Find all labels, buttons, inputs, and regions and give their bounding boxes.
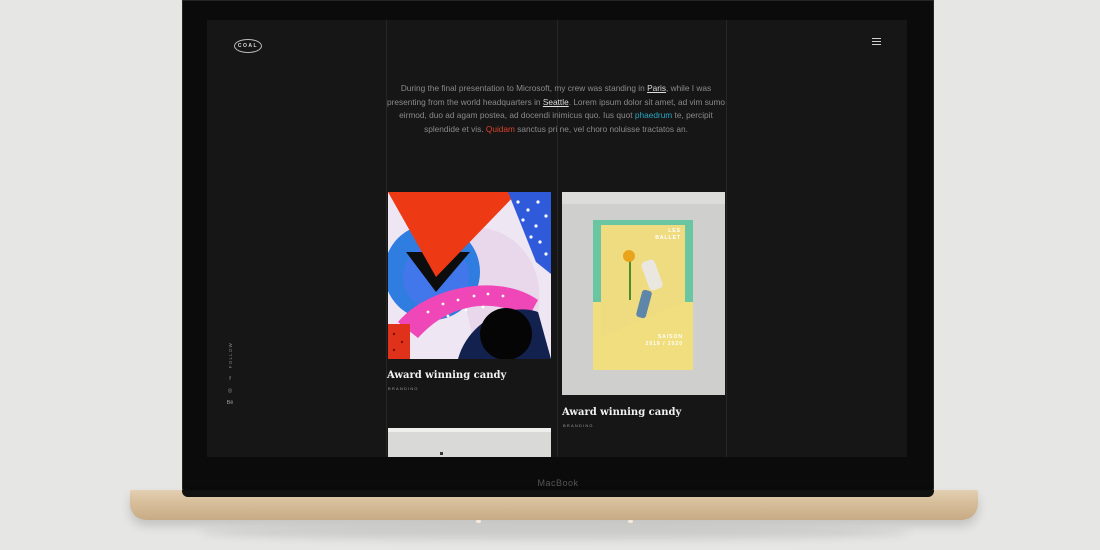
laptop-shadow [200, 526, 910, 540]
portfolio-image-1[interactable] [388, 192, 551, 359]
device-label: MacBook [537, 478, 579, 488]
poster-line-1: LES [668, 228, 681, 234]
screen: COAL During the final presentation to Mi… [207, 20, 907, 457]
link-paris[interactable]: Paris [647, 83, 666, 93]
geometric-artwork [388, 192, 551, 359]
poster-line-3: SAISON [657, 334, 683, 340]
portfolio-category-1: BRANDING [388, 386, 419, 391]
follow-bar: FOLLOW f ◎ Bē [224, 342, 236, 412]
link-phaedrum[interactable]: phaedrum [635, 110, 672, 120]
facebook-icon[interactable]: f [229, 376, 231, 382]
base-foot-left [476, 520, 481, 523]
portfolio-category-2: BRANDING [563, 423, 594, 428]
portfolio-title-2[interactable]: Award winning candy [562, 407, 681, 418]
poster: LES BALLET SAISON 2019 / 2020 [593, 220, 693, 370]
link-seattle[interactable]: Seattle [543, 97, 569, 107]
behance-icon[interactable]: Bē [227, 400, 234, 406]
portfolio-image-3[interactable] [388, 428, 551, 457]
poster-line-4: 2019 / 2020 [645, 341, 683, 347]
logo[interactable]: COAL [234, 39, 262, 53]
link-quidam[interactable]: Quidam [486, 124, 515, 134]
portfolio-image-2[interactable]: LES BALLET SAISON 2019 / 2020 [562, 192, 725, 395]
laptop-keyboard-edge [182, 490, 934, 497]
instagram-icon[interactable]: ◎ [228, 388, 233, 394]
follow-label: FOLLOW [227, 342, 233, 369]
portfolio-title-1[interactable]: Award winning candy [387, 370, 506, 381]
intro-text: During the final presentation to Microso… [386, 83, 726, 134]
hamburger-menu-icon[interactable] [872, 38, 881, 47]
base-foot-right [628, 520, 633, 523]
poster-line-2: BALLET [655, 235, 681, 241]
